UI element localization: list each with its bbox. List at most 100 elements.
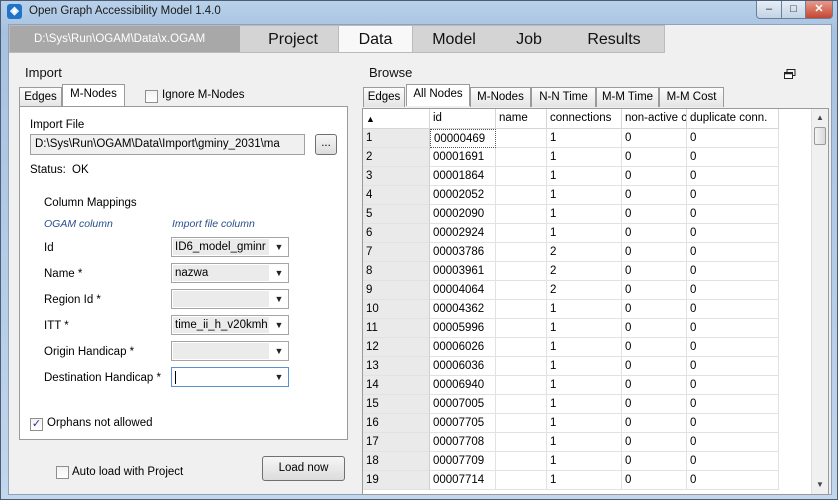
cell-name[interactable] (496, 281, 547, 300)
table-row[interactable]: 1 00000469 1 0 0 (363, 129, 803, 148)
tab-data[interactable]: Data (338, 26, 413, 52)
cell-name[interactable] (496, 224, 547, 243)
table-row[interactable]: 7 00003786 2 0 0 (363, 243, 803, 262)
table-row[interactable]: 5 00002090 1 0 0 (363, 205, 803, 224)
row-number[interactable]: 3 (363, 167, 430, 186)
cell-id[interactable]: 00002924 (430, 224, 496, 243)
cell-non-active[interactable]: 0 (622, 129, 687, 148)
cell-connections[interactable]: 2 (547, 262, 622, 281)
col-header-name[interactable]: name (496, 109, 547, 129)
row-number[interactable]: 16 (363, 414, 430, 433)
cell-connections[interactable]: 1 (547, 357, 622, 376)
cell-id[interactable]: 00003786 (430, 243, 496, 262)
cell-connections[interactable]: 1 (547, 186, 622, 205)
cell-id[interactable]: 00002052 (430, 186, 496, 205)
row-number[interactable]: 17 (363, 433, 430, 452)
cell-connections[interactable]: 1 (547, 395, 622, 414)
cell-non-active[interactable]: 0 (622, 300, 687, 319)
scroll-up-icon[interactable]: ▲ (812, 110, 828, 126)
cell-id[interactable]: 00000469 (430, 129, 496, 148)
cell-non-active[interactable]: 0 (622, 205, 687, 224)
browse-file-button[interactable]: ... (315, 134, 337, 155)
mapping-id-select[interactable]: ID6_model_gminr ▼ (171, 237, 289, 257)
row-number[interactable]: 6 (363, 224, 430, 243)
cell-id[interactable]: 00004362 (430, 300, 496, 319)
cell-name[interactable] (496, 300, 547, 319)
cell-name[interactable] (496, 357, 547, 376)
cell-non-active[interactable]: 0 (622, 243, 687, 262)
cell-non-active[interactable]: 0 (622, 186, 687, 205)
cell-duplicate[interactable]: 0 (687, 148, 779, 167)
cell-connections[interactable]: 2 (547, 281, 622, 300)
row-number[interactable]: 2 (363, 148, 430, 167)
row-number[interactable]: 8 (363, 262, 430, 281)
row-number[interactable]: 12 (363, 338, 430, 357)
cell-name[interactable] (496, 319, 547, 338)
cell-duplicate[interactable]: 0 (687, 471, 779, 490)
cell-connections[interactable]: 1 (547, 414, 622, 433)
scroll-thumb[interactable] (814, 127, 826, 145)
cell-name[interactable] (496, 167, 547, 186)
cell-non-active[interactable]: 0 (622, 319, 687, 338)
cell-name[interactable] (496, 186, 547, 205)
cell-connections[interactable]: 1 (547, 338, 622, 357)
row-number[interactable]: 14 (363, 376, 430, 395)
cell-connections[interactable]: 1 (547, 167, 622, 186)
col-header-non-active[interactable]: non-active conn. (622, 109, 687, 129)
row-number[interactable]: 11 (363, 319, 430, 338)
row-number[interactable]: 13 (363, 357, 430, 376)
tab-project[interactable]: Project (248, 26, 338, 52)
cell-id[interactable]: 00003961 (430, 262, 496, 281)
table-row[interactable]: 14 00006940 1 0 0 (363, 376, 803, 395)
cell-name[interactable] (496, 129, 547, 148)
cell-non-active[interactable]: 0 (622, 281, 687, 300)
row-number[interactable]: 9 (363, 281, 430, 300)
browse-tab-m-m-time[interactable]: M-M Time (596, 87, 659, 107)
cell-id[interactable]: 00004064 (430, 281, 496, 300)
cell-non-active[interactable]: 0 (622, 167, 687, 186)
table-row[interactable]: 16 00007705 1 0 0 (363, 414, 803, 433)
cell-id[interactable]: 00002090 (430, 205, 496, 224)
cell-name[interactable] (496, 205, 547, 224)
scroll-down-icon[interactable]: ▼ (812, 477, 828, 493)
tab-results[interactable]: Results (564, 26, 664, 52)
browse-tab-m-m-cost[interactable]: M-M Cost (659, 87, 724, 107)
cell-id[interactable]: 00006940 (430, 376, 496, 395)
cell-duplicate[interactable]: 0 (687, 433, 779, 452)
cell-id[interactable]: 00001864 (430, 167, 496, 186)
table-row[interactable]: 4 00002052 1 0 0 (363, 186, 803, 205)
tab-model[interactable]: Model (414, 26, 494, 52)
mapping-destination-select[interactable]: ▼ (171, 367, 289, 387)
cell-duplicate[interactable]: 0 (687, 262, 779, 281)
cell-name[interactable] (496, 433, 547, 452)
restore-panel-icon[interactable] (784, 69, 796, 79)
cell-non-active[interactable]: 0 (622, 224, 687, 243)
cell-connections[interactable]: 1 (547, 148, 622, 167)
cell-connections[interactable]: 1 (547, 129, 622, 148)
col-header-connections[interactable]: connections (547, 109, 622, 129)
row-number[interactable]: 1 (363, 129, 430, 148)
table-row[interactable]: 12 00006026 1 0 0 (363, 338, 803, 357)
cell-duplicate[interactable]: 0 (687, 395, 779, 414)
cell-connections[interactable]: 1 (547, 319, 622, 338)
table-row[interactable]: 19 00007714 1 0 0 (363, 471, 803, 490)
cell-non-active[interactable]: 0 (622, 148, 687, 167)
mapping-region-select[interactable]: ▼ (171, 289, 289, 309)
cell-non-active[interactable]: 0 (622, 262, 687, 281)
import-tab-m-nodes[interactable]: M-Nodes (62, 84, 125, 106)
cell-name[interactable] (496, 471, 547, 490)
table-row[interactable]: 3 00001864 1 0 0 (363, 167, 803, 186)
cell-duplicate[interactable]: 0 (687, 281, 779, 300)
cell-duplicate[interactable]: 0 (687, 376, 779, 395)
table-row[interactable]: 6 00002924 1 0 0 (363, 224, 803, 243)
row-number[interactable]: 19 (363, 471, 430, 490)
table-row[interactable]: 10 00004362 1 0 0 (363, 300, 803, 319)
browse-tab-edges[interactable]: Edges (363, 87, 405, 107)
cell-id[interactable]: 00007708 (430, 433, 496, 452)
cell-connections[interactable]: 1 (547, 471, 622, 490)
cell-non-active[interactable]: 0 (622, 471, 687, 490)
cell-non-active[interactable]: 0 (622, 338, 687, 357)
cell-duplicate[interactable]: 0 (687, 414, 779, 433)
cell-connections[interactable]: 1 (547, 433, 622, 452)
cell-duplicate[interactable]: 0 (687, 186, 779, 205)
